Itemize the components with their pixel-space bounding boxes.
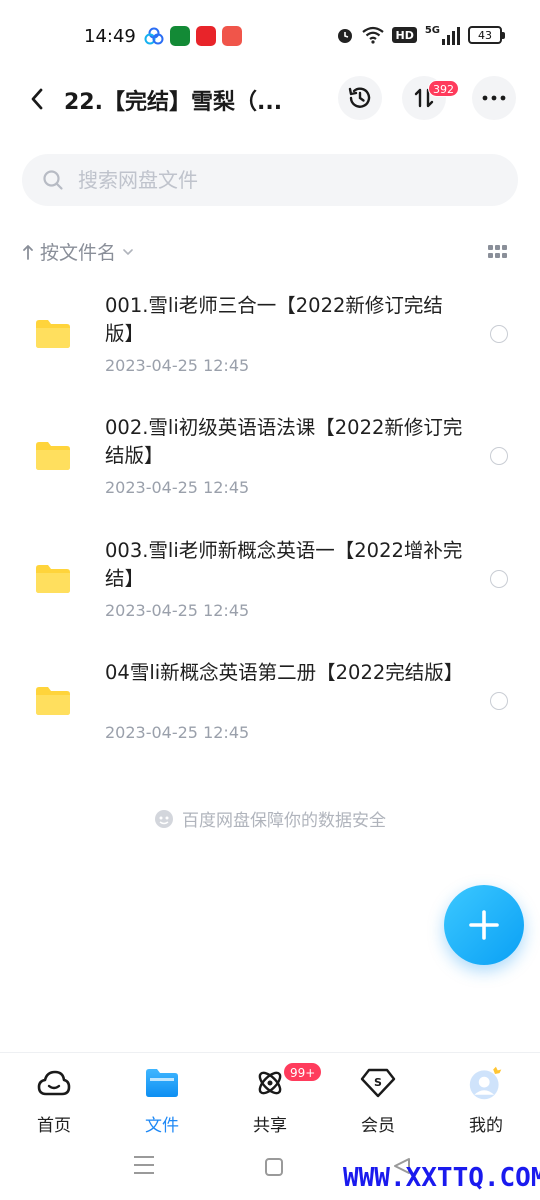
sort-button[interactable]: 按文件名 xyxy=(22,238,134,265)
file-date: 2023-04-25 12:45 xyxy=(105,478,250,497)
safety-notice: 百度网盘保障你的数据安全 xyxy=(0,806,540,831)
search-bar[interactable] xyxy=(22,154,518,206)
title-bar: 22.【完结】雪梨（... 392 xyxy=(0,74,540,124)
share-badge: 99+ xyxy=(283,1062,323,1082)
folder-icon xyxy=(36,565,70,593)
network-type-label: 5G xyxy=(424,25,440,36)
file-name: 003.雪li老师新概念英语一【2022增补完结】 xyxy=(105,539,463,590)
svg-text:S: S xyxy=(374,1076,382,1089)
folder-icon xyxy=(36,687,70,715)
sort-row: 按文件名 xyxy=(22,238,518,268)
sort-label: 按文件名 xyxy=(40,242,117,264)
green-app-icon xyxy=(170,26,190,46)
status-bar: 14:49 HD 5G 43 xyxy=(0,0,540,72)
shield-icon xyxy=(155,809,173,828)
home-button[interactable] xyxy=(265,1158,283,1176)
search-icon xyxy=(42,168,66,192)
wifi-icon xyxy=(362,26,385,44)
alarm-icon xyxy=(338,29,353,43)
status-time: 14:49 xyxy=(84,26,136,47)
file-date: 2023-04-25 12:45 xyxy=(105,601,250,620)
plus-icon xyxy=(469,910,499,940)
page-title: 22.【完结】雪梨（... xyxy=(64,90,283,115)
file-date: 2023-04-25 12:45 xyxy=(105,723,250,742)
add-button[interactable] xyxy=(444,885,524,965)
chevron-down-icon xyxy=(123,248,133,255)
tab-label: 我的 xyxy=(469,1116,503,1136)
safety-text: 百度网盘保障你的数据安全 xyxy=(182,811,386,831)
file-name: 001.雪li老师三合一【2022新修订完结版】 xyxy=(105,294,443,345)
file-date: 2023-04-25 12:45 xyxy=(105,356,250,375)
file-item[interactable]: 002.雪li初级英语语法课【2022新修订完结版】 2023-04-25 12… xyxy=(0,404,540,526)
select-radio[interactable] xyxy=(490,570,508,588)
tab-label: 会员 xyxy=(361,1116,395,1136)
more-button[interactable] xyxy=(472,76,516,120)
select-radio[interactable] xyxy=(490,447,508,465)
search-input[interactable] xyxy=(78,168,478,192)
hd-icon: HD xyxy=(392,27,417,43)
tab-profile[interactable]: 我的 xyxy=(432,1065,540,1136)
recent-apps-button[interactable] xyxy=(134,1156,154,1174)
tab-label: 共享 xyxy=(253,1116,287,1136)
file-item[interactable]: 003.雪li老师新概念英语一【2022增补完结】 2023-04-25 12:… xyxy=(0,527,540,649)
history-button[interactable] xyxy=(338,76,382,120)
battery-indicator: 43 xyxy=(468,26,505,44)
avatar-icon xyxy=(468,1065,504,1101)
vip-diamond-icon: S xyxy=(360,1065,396,1101)
select-radio[interactable] xyxy=(490,692,508,710)
folder-icon xyxy=(144,1065,180,1101)
back-button[interactable] xyxy=(22,82,52,116)
file-name: 04雪li新概念英语第二册【2022完结版】 xyxy=(105,661,464,684)
status-app-icons xyxy=(144,26,242,46)
chevron-left-icon xyxy=(31,88,43,110)
tab-files[interactable]: 文件 xyxy=(108,1065,216,1136)
cloud-icon xyxy=(36,1065,72,1101)
tab-home[interactable]: 首页 xyxy=(0,1065,108,1136)
file-item[interactable]: 04雪li新概念英语第二册【2022完结版】 2023-04-25 12:45 xyxy=(0,649,540,771)
folder-icon xyxy=(36,320,70,348)
tab-vip[interactable]: S 会员 xyxy=(324,1065,432,1136)
history-icon xyxy=(348,87,371,108)
music-app-icon xyxy=(222,26,242,46)
folder-icon xyxy=(36,442,70,470)
transfer-badge: 392 xyxy=(428,80,459,97)
bottom-tab-bar: 首页 文件 共享 S 会员 我的 xyxy=(0,1052,540,1140)
tab-label: 文件 xyxy=(145,1116,179,1136)
more-dots-icon xyxy=(482,95,506,101)
tab-label: 首页 xyxy=(37,1116,71,1136)
grid-view-icon[interactable] xyxy=(488,245,508,261)
select-radio[interactable] xyxy=(490,325,508,343)
file-item[interactable]: 001.雪li老师三合一【2022新修订完结版】 2023-04-25 12:4… xyxy=(0,282,540,404)
signal-icon: 5G xyxy=(425,25,460,45)
file-name: 002.雪li初级英语语法课【2022新修订完结版】 xyxy=(105,416,463,467)
sort-arrow-icon xyxy=(23,244,33,260)
red-app-icon xyxy=(196,26,216,46)
cloud-app-icon xyxy=(144,27,164,45)
watermark-text: WWW.XXTTQ.COM xyxy=(343,1163,540,1193)
status-right: HD 5G 43 xyxy=(336,25,505,45)
